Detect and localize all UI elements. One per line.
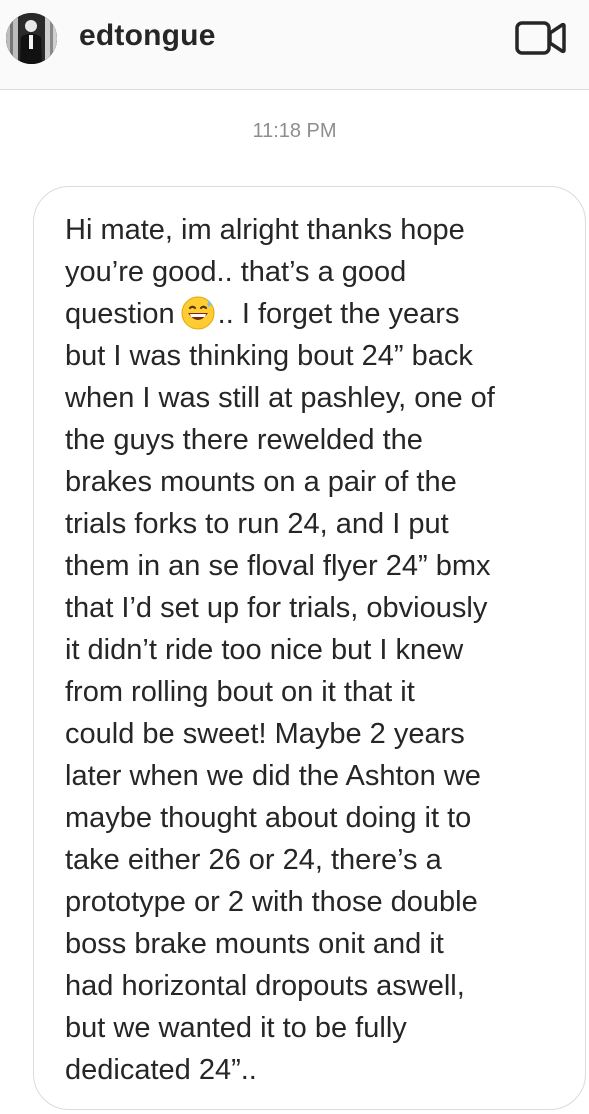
message-line: question .. I forget the years <box>65 293 565 335</box>
message-line: maybe thought about doing it to <box>65 802 472 834</box>
grinning-sweat-emoji-icon <box>181 296 215 330</box>
message-line: that I’d set up for trials, obviously <box>65 592 488 624</box>
message-line-rest: .. I forget the years <box>217 298 460 330</box>
message-line: trials forks to run 24, and I put <box>65 508 449 540</box>
chat-header: edtongue <box>0 0 589 90</box>
message-text: Hi mate, im alright thanks hope you’re g… <box>65 209 565 1091</box>
message-line: could be sweet! Maybe 2 years <box>65 718 465 750</box>
message-line: Hi mate, im alright thanks hope <box>65 214 465 246</box>
message-line: take either 26 or 24, there’s a <box>65 844 442 876</box>
message-line-prefix: question <box>65 298 175 330</box>
message-line: boss brake mounts onit and it <box>65 928 444 960</box>
message-line: you’re good.. that’s a good <box>65 256 407 288</box>
message-line: but we wanted it to be fully <box>65 1012 407 1044</box>
video-camera-icon <box>515 21 566 55</box>
message-line: had horizontal dropouts aswell, <box>65 970 465 1002</box>
message-line: prototype or 2 with those double <box>65 886 478 918</box>
message-line: brakes mounts on a pair of the <box>65 466 457 498</box>
chat-username[interactable]: edtongue <box>79 16 216 56</box>
message-line: from rolling bout on it that it <box>65 676 415 708</box>
profile-photo-icon <box>6 13 57 64</box>
message-line: but I was thinking bout 24” back <box>65 340 473 372</box>
message-bubble[interactable]: Hi mate, im alright thanks hope you’re g… <box>33 186 586 1110</box>
video-call-button[interactable] <box>514 20 568 56</box>
message-line: later when we did the Ashton we <box>65 760 481 792</box>
message-line: the guys there rewelded the <box>65 424 423 456</box>
message-line: dedicated 24”.. <box>65 1054 257 1086</box>
message-timestamp: 11:18 PM <box>252 120 337 142</box>
message-line: them in an se floval flyer 24” bmx <box>65 550 491 582</box>
message-line: when I was still at pashley, one of <box>65 382 495 414</box>
message-line: it didn’t ride too nice but I knew <box>65 634 464 666</box>
profile-avatar[interactable] <box>6 13 57 64</box>
